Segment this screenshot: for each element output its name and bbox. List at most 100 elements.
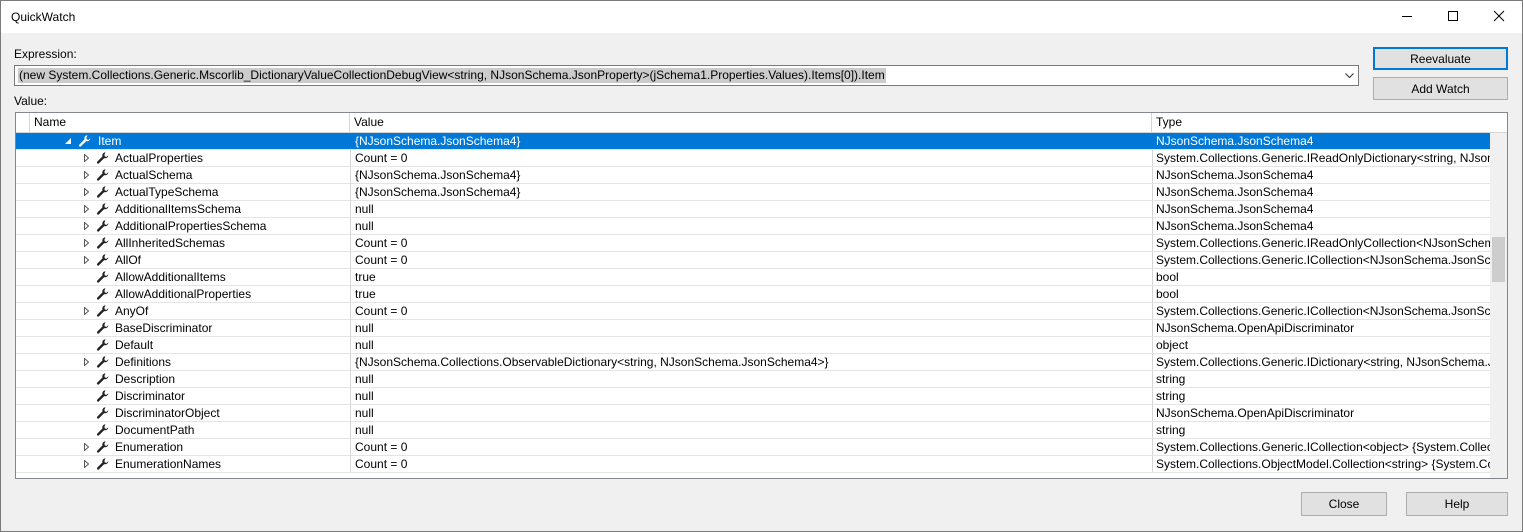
close-icon bbox=[1493, 9, 1505, 26]
value-cell[interactable]: Count = 0 bbox=[350, 150, 1152, 166]
value-cell[interactable]: {NJsonSchema.JsonSchema4} bbox=[350, 167, 1152, 183]
table-row[interactable]: Item {NJsonSchema.JsonSchema4} NJsonSchema… bbox=[16, 133, 1490, 150]
wrench-icon bbox=[96, 440, 110, 454]
value-cell[interactable]: Count = 0 bbox=[350, 235, 1152, 251]
table-row[interactable]: ActualSchema {NJsonSchema.JsonSchema4} NJs… bbox=[16, 167, 1490, 184]
name-cell[interactable]: AllowAdditionalItems bbox=[16, 269, 349, 285]
table-row[interactable]: BaseDiscriminator null NJsonSchema.OpenApi… bbox=[16, 320, 1490, 337]
value-cell[interactable]: Count = 0 bbox=[350, 303, 1152, 319]
collapsed-triangle-icon[interactable] bbox=[80, 201, 92, 217]
name-cell[interactable]: AllInheritedSchemas bbox=[16, 235, 349, 251]
table-row[interactable]: Default null object bbox=[16, 337, 1490, 354]
table-row[interactable]: AllOf Count = 0 System.Collections.Generic… bbox=[16, 252, 1490, 269]
table-row[interactable]: AllowAdditionalProperties true bool bbox=[16, 286, 1490, 303]
collapsed-triangle-icon[interactable] bbox=[80, 150, 92, 166]
wrench-icon bbox=[96, 372, 110, 386]
title-bar: QuickWatch bbox=[1, 1, 1522, 33]
value-cell[interactable]: null bbox=[350, 218, 1152, 234]
name-cell[interactable]: BaseDiscriminator bbox=[16, 320, 349, 336]
name-cell[interactable]: Description bbox=[16, 371, 349, 387]
vertical-scrollbar[interactable] bbox=[1490, 133, 1507, 478]
name-cell[interactable]: Enumeration bbox=[16, 439, 349, 455]
grid-header: Name Value Type bbox=[16, 113, 1507, 133]
value-cell[interactable]: true bbox=[350, 269, 1152, 285]
chevron-down-icon[interactable] bbox=[1340, 66, 1358, 85]
collapsed-triangle-icon[interactable] bbox=[80, 303, 92, 319]
table-row[interactable]: EnumerationNames Count = 0 System.Collecti… bbox=[16, 456, 1490, 473]
collapsed-triangle-icon[interactable] bbox=[80, 235, 92, 251]
maximize-button[interactable] bbox=[1430, 1, 1476, 33]
value-cell[interactable]: null bbox=[350, 320, 1152, 336]
value-cell[interactable]: null bbox=[350, 388, 1152, 404]
minimize-button[interactable] bbox=[1384, 1, 1430, 33]
type-cell: System.Collections.Generic.IReadOnlyDict… bbox=[1152, 150, 1490, 166]
name-cell[interactable]: Default bbox=[16, 337, 349, 353]
value-cell[interactable]: null bbox=[350, 371, 1152, 387]
table-row[interactable]: AdditionalItemsSchema null NJsonSchema.Jso… bbox=[16, 201, 1490, 218]
name-cell[interactable]: ActualSchema bbox=[16, 167, 349, 183]
table-row[interactable]: Definitions {NJsonSchema.Collections.Obse… bbox=[16, 354, 1490, 371]
value-cell[interactable]: true bbox=[350, 286, 1152, 302]
name-cell[interactable]: ActualTypeSchema bbox=[16, 184, 349, 200]
table-row[interactable]: AllInheritedSchemas Count = 0 System.Colle… bbox=[16, 235, 1490, 252]
value-cell[interactable]: null bbox=[350, 422, 1152, 438]
value-cell[interactable]: null bbox=[350, 337, 1152, 353]
reevaluate-button[interactable]: Reevaluate bbox=[1373, 47, 1508, 70]
column-header-value[interactable]: Value bbox=[350, 113, 1152, 132]
scrollbar-thumb[interactable] bbox=[1492, 237, 1505, 282]
watch-grid[interactable]: Name Value Type Item {NJsonSchema.JsonSch… bbox=[15, 112, 1508, 479]
collapsed-triangle-icon[interactable] bbox=[80, 354, 92, 370]
property-name: ActualProperties bbox=[115, 151, 204, 165]
value-cell[interactable]: Count = 0 bbox=[350, 439, 1152, 455]
expression-combobox[interactable]: (new System.Collections.Generic.Mscorlib… bbox=[14, 65, 1359, 86]
add-watch-label: Add Watch bbox=[1411, 81, 1470, 96]
type-cell: NJsonSchema.JsonSchema4 bbox=[1152, 201, 1490, 217]
help-button[interactable]: Help bbox=[1406, 492, 1508, 516]
name-cell[interactable]: Definitions bbox=[16, 354, 349, 370]
table-row[interactable]: ActualTypeSchema {NJsonSchema.JsonSchema4… bbox=[16, 184, 1490, 201]
collapsed-triangle-icon[interactable] bbox=[80, 252, 92, 268]
table-row[interactable]: AllowAdditionalItems true bool bbox=[16, 269, 1490, 286]
value-cell[interactable]: null bbox=[350, 405, 1152, 421]
add-watch-button[interactable]: Add Watch bbox=[1373, 77, 1508, 100]
table-row[interactable]: Enumeration Count = 0 System.Collections.G… bbox=[16, 439, 1490, 456]
table-row[interactable]: ActualProperties Count = 0 System.Collecti… bbox=[16, 150, 1490, 167]
collapsed-triangle-icon[interactable] bbox=[80, 184, 92, 200]
name-cell[interactable]: AllowAdditionalProperties bbox=[16, 286, 349, 302]
property-name: AdditionalItemsSchema bbox=[115, 202, 242, 216]
collapsed-triangle-icon[interactable] bbox=[80, 456, 92, 472]
name-cell[interactable]: Item bbox=[16, 133, 349, 149]
name-cell[interactable]: AllOf bbox=[16, 252, 349, 268]
collapsed-triangle-icon[interactable] bbox=[80, 167, 92, 183]
value-cell[interactable]: {NJsonSchema.JsonSchema4} bbox=[350, 184, 1152, 200]
name-cell[interactable]: DiscriminatorObject bbox=[16, 405, 349, 421]
table-row[interactable]: AnyOf Count = 0 System.Collections.Generic… bbox=[16, 303, 1490, 320]
table-row[interactable]: Description null string bbox=[16, 371, 1490, 388]
window-title: QuickWatch bbox=[11, 10, 76, 24]
expression-input[interactable]: (new System.Collections.Generic.Mscorlib… bbox=[18, 68, 886, 83]
close-button[interactable]: Close bbox=[1301, 492, 1387, 516]
column-header-type[interactable]: Type bbox=[1152, 113, 1507, 132]
table-row[interactable]: DiscriminatorObject null NJsonSchema.OpenA… bbox=[16, 405, 1490, 422]
close-window-button[interactable] bbox=[1476, 1, 1522, 33]
value-cell[interactable]: {NJsonSchema.Collections.ObservableDicti… bbox=[350, 354, 1152, 370]
value-cell[interactable]: null bbox=[350, 201, 1152, 217]
table-row[interactable]: AdditionalPropertiesSchema null NJsonSchem… bbox=[16, 218, 1490, 235]
table-row[interactable]: Discriminator null string bbox=[16, 388, 1490, 405]
collapsed-triangle-icon[interactable] bbox=[80, 218, 92, 234]
collapsed-triangle-icon[interactable] bbox=[80, 439, 92, 455]
type-cell: NJsonSchema.JsonSchema4 bbox=[1152, 167, 1490, 183]
table-row[interactable]: DocumentPath null string bbox=[16, 422, 1490, 439]
value-cell[interactable]: {NJsonSchema.JsonSchema4} bbox=[350, 133, 1152, 149]
column-header-name[interactable]: Name bbox=[30, 113, 350, 132]
expanded-triangle-icon[interactable] bbox=[62, 133, 74, 149]
value-cell[interactable]: Count = 0 bbox=[350, 456, 1152, 472]
name-cell[interactable]: Discriminator bbox=[16, 388, 349, 404]
name-cell[interactable]: AdditionalItemsSchema bbox=[16, 201, 349, 217]
name-cell[interactable]: EnumerationNames bbox=[16, 456, 349, 472]
name-cell[interactable]: ActualProperties bbox=[16, 150, 349, 166]
name-cell[interactable]: AdditionalPropertiesSchema bbox=[16, 218, 349, 234]
name-cell[interactable]: DocumentPath bbox=[16, 422, 349, 438]
name-cell[interactable]: AnyOf bbox=[16, 303, 349, 319]
value-cell[interactable]: Count = 0 bbox=[350, 252, 1152, 268]
